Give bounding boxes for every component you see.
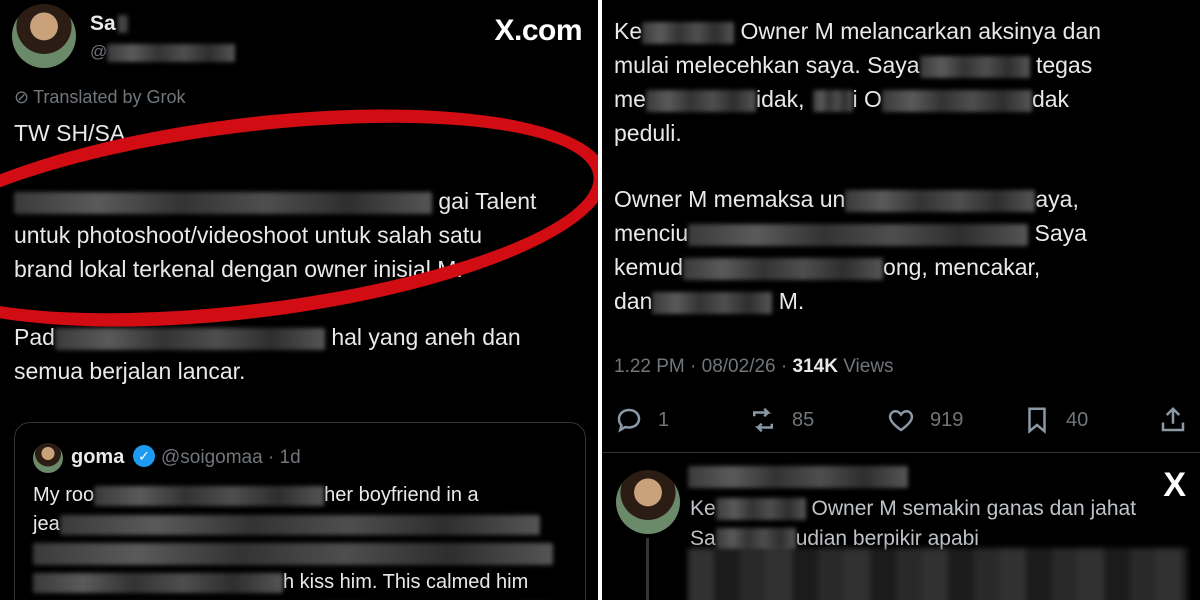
x-logo: X.com (494, 14, 582, 47)
text-line: untuk photoshoot/videoshoot untuk salah … (14, 222, 483, 248)
reply-author-name-blurred (688, 466, 908, 488)
post-paragraph-1: gai Talent untuk photoshoot/videoshoot u… (14, 184, 536, 286)
thread-line (646, 538, 649, 600)
post-timestamp-views: 1.22 PM · 08/02/26 · 314K Views (614, 356, 894, 378)
reply-icon (617, 408, 641, 433)
quoted-author-name[interactable]: goma (71, 446, 124, 469)
repost-button[interactable]: 85 (748, 398, 814, 442)
text-line: kemud ong, mencakar, (614, 254, 1041, 280)
quoted-author-avatar[interactable] (33, 443, 63, 473)
post-paragraph-4: Owner M memaksa un aya, menciu Saya kemud… (614, 182, 1087, 318)
separator-line (602, 452, 1200, 453)
post-paragraph-2: Pad hal yang aneh dan semua berjalan lan… (14, 320, 521, 388)
post-action-bar: 1 85 919 40 (614, 398, 1194, 442)
views-count: 314K (792, 356, 838, 377)
trigger-warning-line: TW SH/SA (14, 120, 126, 146)
like-button[interactable]: 919 (886, 398, 963, 442)
text-line: Pad hal yang aneh dan (14, 324, 521, 350)
quoted-text-line: h kiss him. This calmed him (33, 568, 528, 597)
bookmark-button[interactable]: 40 (1022, 398, 1088, 442)
bookmark-count: 40 (1066, 408, 1089, 431)
share-icon (1161, 406, 1185, 432)
text-line: mulai melecehkan saya. Saya tegas (614, 52, 1093, 78)
author-avatar[interactable] (12, 4, 76, 68)
reply-text: Ke Owner M semakin ganas dan jahat Sa udi… (690, 494, 1136, 554)
reply-button[interactable]: 1 (614, 398, 669, 442)
heart-icon (888, 409, 914, 432)
reply-author-avatar[interactable] (616, 470, 680, 534)
repost-count: 85 (792, 408, 815, 431)
text-line: Owner M memaksa un aya, (614, 186, 1079, 212)
right-screenshot-panel: Ke Owner M melancarkan aksinya dan mulai… (602, 0, 1200, 600)
text-line: peduli. (614, 120, 682, 146)
quoted-text-line: jea (33, 510, 540, 539)
text-line: dan M. (614, 288, 805, 314)
x-logo: X (1163, 466, 1186, 504)
text-line: Ke Owner M semakin ganas dan jahat (690, 497, 1137, 521)
repost-icon (753, 407, 773, 433)
author-handle[interactable]: @ (90, 42, 236, 62)
reply-count: 1 (658, 408, 670, 431)
quoted-text-line: My roo her boyfriend in a (33, 484, 479, 506)
blurred-reply-text (688, 548, 1188, 600)
quoted-text-line (33, 539, 553, 568)
post-paragraph-3: Ke Owner M melancarkan aksinya dan mulai… (614, 14, 1101, 150)
quoted-post-card[interactable]: goma ✓ @soigomaa · 1d My roo her boyfrien… (14, 422, 586, 600)
quoted-author-handle[interactable]: @soigomaa · 1d (161, 447, 301, 469)
bookmark-icon (1028, 407, 1046, 434)
views-label: Views (837, 356, 894, 377)
translate-icon: ⊘ (14, 87, 30, 107)
translated-text: Translated by Grok (33, 87, 186, 107)
post-header: Sa @ X.com (12, 4, 582, 68)
share-button[interactable] (1158, 398, 1188, 442)
left-screenshot-panel: Sa @ X.com ⊘ Translated by Grok TW SH/SA … (0, 0, 598, 600)
text-line: Ke Owner M melancarkan aksinya dan (614, 18, 1102, 44)
author-name[interactable]: Sa (90, 12, 128, 36)
text-line: semua berjalan lancar. (14, 358, 246, 384)
verified-badge-icon: ✓ (133, 445, 155, 467)
text-line: me idak, i Odak (614, 86, 1070, 112)
translated-by-grok-label[interactable]: ⊘ Translated by Grok (14, 87, 186, 108)
like-count: 919 (930, 408, 964, 431)
text-line: menciu Saya (614, 220, 1087, 246)
text-line: gai Talent (14, 184, 536, 218)
timestamp[interactable]: 1.22 PM · 08/02/26 · (614, 356, 793, 377)
text-line: brand lokal terkenal dengan owner inisia… (14, 256, 463, 282)
